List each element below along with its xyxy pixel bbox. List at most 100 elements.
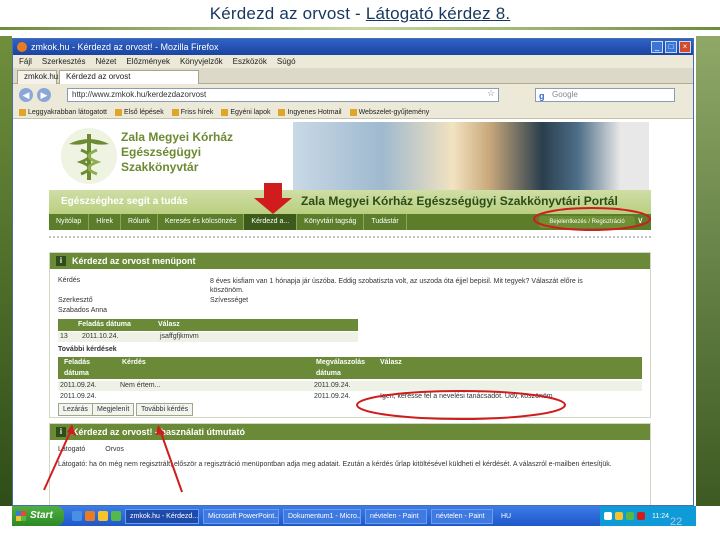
slide-left-border bbox=[0, 36, 12, 506]
site-menu-item-about[interactable]: Rólunk bbox=[121, 214, 158, 230]
menu-help[interactable]: Súgó bbox=[277, 55, 296, 68]
bookmark-icon bbox=[349, 108, 357, 116]
site-menu-item-news[interactable]: Hírek bbox=[89, 214, 122, 230]
row-id: 13 bbox=[60, 333, 68, 340]
window-titlebar[interactable]: zmkok.hu - Kérdezd az orvost! - Mozilla … bbox=[13, 39, 693, 55]
site-menu-item-search[interactable]: Keresés és kölcsönzés bbox=[158, 214, 245, 230]
menu-history[interactable]: Előzmények bbox=[126, 55, 170, 68]
tray-icon[interactable] bbox=[604, 512, 612, 520]
clock: 11:24 bbox=[652, 512, 669, 520]
author-label: Szerkesztő bbox=[58, 297, 93, 304]
quick-launch bbox=[72, 511, 121, 521]
search-input[interactable]: g Google bbox=[535, 88, 675, 102]
menu-file[interactable]: Fájl bbox=[19, 55, 32, 68]
tab-visitor[interactable]: Látogató bbox=[58, 446, 85, 453]
usage-tabs: Látogató Orvos bbox=[58, 446, 124, 453]
tab-kerdezd-az-orvost[interactable]: Kérdezd az orvost bbox=[59, 70, 199, 84]
bookmark-icon bbox=[171, 108, 179, 116]
maximize-button[interactable]: □ bbox=[665, 41, 677, 53]
menu-bar: Fájl Szerkesztés Nézet Előzmények Könyvj… bbox=[13, 55, 693, 68]
slide: Kérdezd az orvost - Látogató kérdez 8. z… bbox=[0, 0, 720, 540]
slide-number: 22 bbox=[670, 516, 683, 528]
firefox-quick-icon[interactable] bbox=[85, 511, 95, 521]
row-date: 2011.10.24. bbox=[82, 333, 119, 340]
task-paint[interactable]: névtelen - Paint bbox=[365, 508, 427, 524]
bookmark-item[interactable]: Ingyenes Hotmail bbox=[278, 106, 342, 118]
site-menu-item-ask-doctor[interactable]: Kérdezd a... bbox=[244, 214, 298, 230]
bookmark-item[interactable]: Egyéni lapok bbox=[221, 106, 270, 118]
forward-icon[interactable]: ▶ bbox=[37, 88, 51, 102]
tab-zmkok[interactable]: zmkok.hu bbox=[17, 70, 58, 84]
app-icon[interactable] bbox=[111, 511, 121, 521]
start-button[interactable]: Start bbox=[12, 506, 64, 526]
more-questions-title: További kérdések bbox=[58, 346, 117, 353]
row-posted-date: 2011.09.24. bbox=[60, 393, 97, 400]
windows-taskbar: Start zmkok.hu - Kérdezd... Microsoft Po… bbox=[12, 506, 696, 526]
menu-view[interactable]: Nézet bbox=[95, 55, 116, 68]
tray-icon[interactable] bbox=[637, 512, 645, 520]
tray-icon[interactable] bbox=[615, 512, 623, 520]
row-question: Nem értem... bbox=[120, 382, 161, 389]
ie-icon[interactable] bbox=[72, 511, 82, 521]
task-firefox[interactable]: zmkok.hu - Kérdezd... bbox=[125, 508, 199, 524]
slide-title-underline bbox=[0, 27, 720, 30]
bookmark-item[interactable]: Webszelet-gyűjtemény bbox=[349, 106, 429, 118]
bookmark-icon bbox=[221, 108, 229, 116]
site-menu-item-home[interactable]: Nyitólap bbox=[49, 214, 90, 230]
close-button[interactable]: × bbox=[679, 41, 691, 53]
section-icon: i bbox=[56, 427, 66, 437]
row-posted-date: 2011.09.24. bbox=[60, 382, 97, 389]
language-indicator[interactable]: HU bbox=[501, 513, 511, 520]
minimize-button[interactable]: _ bbox=[651, 41, 663, 53]
question-section-header: i Kérdezd az orvost menüpont bbox=[50, 253, 650, 269]
row-answer: Igen, keresse fel a nevelési tanácsadót.… bbox=[380, 393, 553, 400]
question-text: 8 éves kisfiam van 1 hónapja jár úszóba.… bbox=[210, 278, 583, 294]
back-icon[interactable]: ◀ bbox=[19, 88, 33, 102]
navigation-bar: ◀ ▶ http://www.zmkok.hu/kerdezdazorvost … bbox=[13, 84, 693, 106]
menu-bookmarks[interactable]: Könyvjelzők bbox=[180, 55, 223, 68]
row-answered-date: 2011.09.24. bbox=[314, 382, 351, 389]
usage-section: i Kérdezd az orvost! - használati útmuta… bbox=[49, 423, 651, 505]
bookmark-item[interactable]: Első lépések bbox=[115, 106, 164, 118]
answer-label: Szívességet bbox=[210, 297, 249, 304]
usage-section-header: i Kérdezd az orvost! - használati útmuta… bbox=[50, 424, 650, 440]
bookmark-star-icon[interactable]: ☆ bbox=[487, 88, 495, 99]
site-title-bar: Egészséghez segít a tudás Zala Megyei Kó… bbox=[49, 190, 651, 214]
browser-window: zmkok.hu - Kérdezd az orvost! - Mozilla … bbox=[12, 38, 694, 506]
bookmarks-toolbar: Leggyakrabban látogatott Első lépések Fr… bbox=[13, 106, 693, 119]
row-answered-date: 2011.09.24. bbox=[314, 393, 351, 400]
section-icon: i bbox=[56, 256, 66, 266]
task-paint-2[interactable]: névtelen - Paint bbox=[431, 508, 493, 524]
dotted-separator bbox=[49, 236, 651, 238]
login-dropdown-icon[interactable]: ∨ bbox=[637, 215, 644, 226]
row-answer: jsaffgfjkmvm bbox=[160, 333, 199, 340]
folder-icon[interactable] bbox=[98, 511, 108, 521]
task-word[interactable]: Dokumentum1 - Micro... bbox=[283, 508, 361, 524]
bookmark-item[interactable]: Leggyakrabban látogatott bbox=[19, 106, 107, 118]
task-powerpoint[interactable]: Microsoft PowerPoint... bbox=[203, 508, 279, 524]
slide-title-highlight: Látogató kérdez 8. bbox=[365, 4, 511, 23]
answer-table-header: Feladás dátuma Válasz bbox=[58, 319, 358, 331]
tray-icon[interactable] bbox=[626, 512, 634, 520]
author-name: Szabados Anna bbox=[58, 307, 108, 314]
bookmark-item[interactable]: Friss hírek bbox=[171, 106, 213, 118]
caduceus-logo-icon bbox=[61, 128, 117, 184]
more-question-button[interactable]: További kérdés bbox=[136, 403, 194, 416]
site-menu-item-membership[interactable]: Könyvtári tagság bbox=[297, 214, 365, 230]
slide-right-border bbox=[696, 36, 720, 506]
login-button[interactable]: Bejelentkezés / Regisztráció bbox=[539, 216, 635, 228]
bookmark-icon bbox=[115, 108, 123, 116]
menu-tools[interactable]: Eszközök bbox=[233, 55, 267, 68]
show-button[interactable]: Megjelenít bbox=[92, 403, 135, 416]
close-question-button[interactable]: Lezárás bbox=[58, 403, 93, 416]
site-slogan: Egészséghez segít a tudás bbox=[61, 196, 188, 207]
more-questions-header: Feladás dátuma Kérdés Megválaszolás dátu… bbox=[58, 357, 642, 379]
windows-logo-icon bbox=[16, 511, 26, 521]
question-label: Kérdés bbox=[58, 277, 81, 284]
menu-edit[interactable]: Szerkesztés bbox=[42, 55, 86, 68]
url-input[interactable]: http://www.zmkok.hu/kerdezdazorvost bbox=[67, 88, 499, 102]
slide-title-prefix: Kérdezd az orvost - bbox=[209, 4, 366, 23]
site-menu-item-knowledge[interactable]: Tudástár bbox=[364, 214, 407, 230]
tab-doctor[interactable]: Orvos bbox=[105, 446, 124, 453]
portal-title: Zala Megyei Kórház Egészségügyi Szakköny… bbox=[301, 194, 618, 208]
